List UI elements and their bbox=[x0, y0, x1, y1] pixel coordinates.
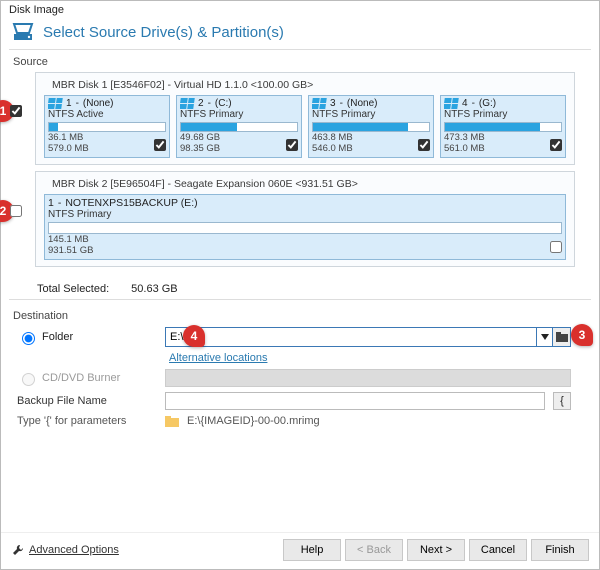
alternative-locations-link[interactable]: Alternative locations bbox=[169, 352, 267, 364]
partition-type: NTFS Primary bbox=[180, 109, 298, 120]
partition-card[interactable]: 2 - (C:) NTFS Primary 49.68 GB98.35 GB bbox=[176, 95, 302, 158]
total-selected: Total Selected: 50.63 GB bbox=[1, 273, 599, 299]
partition-usage-bar bbox=[48, 122, 166, 132]
advanced-options-link[interactable]: Advanced Options bbox=[11, 543, 119, 557]
chevron-down-icon bbox=[541, 334, 549, 340]
footer: Advanced Options Help < Back Next > Canc… bbox=[1, 532, 599, 569]
disk-panel: 1 MBR Disk 1 [E3546F02] - Virtual HD 1.1… bbox=[35, 72, 575, 165]
partition-type: NTFS Active bbox=[48, 109, 166, 120]
backup-filename-label: Backup File Name bbox=[17, 395, 157, 407]
partition-label: NOTENXPS15BACKUP (E:) bbox=[65, 197, 197, 209]
partition-drive: (G:) bbox=[479, 98, 496, 109]
cancel-button[interactable]: Cancel bbox=[469, 539, 527, 561]
dest-burner-radio bbox=[22, 373, 35, 386]
partition-number: 4 bbox=[462, 98, 468, 109]
partition-checkbox[interactable] bbox=[550, 241, 562, 253]
page-header: Select Source Drive(s) & Partition(s) bbox=[1, 19, 599, 49]
wrench-icon bbox=[11, 543, 25, 557]
partition-total: 579.0 MB bbox=[48, 144, 89, 155]
partition-drive: (None) bbox=[83, 98, 114, 109]
dest-burner-label: CD/DVD Burner bbox=[42, 372, 120, 384]
windows-icon bbox=[444, 98, 459, 109]
partition-type: NTFS Primary bbox=[312, 109, 430, 120]
partition-usage-bar bbox=[180, 122, 298, 132]
params-hint: Type '{' for parameters bbox=[17, 415, 157, 427]
partition-total: 561.0 MB bbox=[444, 144, 485, 155]
callout-badge-4: 4 bbox=[183, 325, 205, 347]
partition-total: 931.51 GB bbox=[48, 246, 93, 257]
partition-number: 1 bbox=[48, 197, 54, 209]
back-button: < Back bbox=[345, 539, 403, 561]
backup-filename-input[interactable] bbox=[165, 392, 545, 410]
partition-card[interactable]: 4 - (G:) NTFS Primary 473.3 MB561.0 MB bbox=[440, 95, 566, 158]
advanced-options-label: Advanced Options bbox=[29, 544, 119, 556]
partition-type: NTFS Primary bbox=[444, 109, 562, 120]
dest-folder-radio[interactable] bbox=[22, 332, 35, 345]
disk-select-checkbox[interactable] bbox=[10, 105, 22, 117]
windows-icon bbox=[48, 98, 63, 109]
params-path: E:\{IMAGEID}-00-00.mrimg bbox=[187, 415, 320, 427]
destination-label: Destination bbox=[13, 304, 587, 324]
partition-usage-bar bbox=[312, 122, 430, 132]
window-title: Disk Image bbox=[1, 1, 599, 19]
windows-icon bbox=[312, 98, 327, 109]
partition-type: NTFS Primary bbox=[48, 209, 562, 220]
partition-drive: (None) bbox=[347, 98, 378, 109]
folder-combo: 4 bbox=[165, 327, 571, 347]
help-button[interactable]: Help bbox=[283, 539, 341, 561]
disk-title: MBR Disk 1 [E3546F02] - Virtual HD 1.1.0… bbox=[42, 77, 568, 95]
total-label: Total Selected: bbox=[37, 283, 109, 295]
total-value: 50.63 GB bbox=[131, 283, 177, 295]
partition-number: 1 bbox=[66, 98, 72, 109]
partition-usage-bar bbox=[444, 122, 562, 132]
partition-card[interactable]: 1 - NOTENXPS15BACKUP (E:) NTFS Primary 1… bbox=[44, 194, 566, 260]
partition-drive: (C:) bbox=[215, 98, 232, 109]
partition-checkbox[interactable] bbox=[154, 139, 166, 151]
drive-icon bbox=[11, 21, 35, 43]
params-button[interactable]: { bbox=[553, 392, 571, 410]
finish-button[interactable]: Finish bbox=[531, 539, 589, 561]
partition-number: 3 bbox=[330, 98, 336, 109]
partition-card[interactable]: 1 - (None) NTFS Active 36.1 MB579.0 MB bbox=[44, 95, 170, 158]
partition-number: 2 bbox=[198, 98, 204, 109]
partition-checkbox[interactable] bbox=[286, 139, 298, 151]
partition-usage-bar bbox=[48, 222, 562, 234]
folder-input[interactable] bbox=[165, 327, 537, 347]
folder-icon bbox=[165, 415, 179, 427]
burner-combo-disabled bbox=[165, 369, 571, 387]
folder-dropdown[interactable] bbox=[537, 327, 553, 347]
disk-select-checkbox[interactable] bbox=[10, 205, 22, 217]
partition-total: 546.0 MB bbox=[312, 144, 353, 155]
page-title: Select Source Drive(s) & Partition(s) bbox=[43, 24, 284, 41]
windows-icon bbox=[180, 98, 195, 109]
callout-badge-3: 3 bbox=[571, 324, 593, 346]
disk-panel: 2 MBR Disk 2 [5E96504F] - Seagate Expans… bbox=[35, 171, 575, 267]
next-button[interactable]: Next > bbox=[407, 539, 465, 561]
partition-checkbox[interactable] bbox=[550, 139, 562, 151]
disk-title: MBR Disk 2 [5E96504F] - Seagate Expansio… bbox=[42, 176, 568, 194]
source-label: Source bbox=[1, 50, 599, 70]
partition-total: 98.35 GB bbox=[180, 144, 220, 155]
dest-folder-label: Folder bbox=[42, 331, 73, 343]
partition-checkbox[interactable] bbox=[418, 139, 430, 151]
partition-card[interactable]: 3 - (None) NTFS Primary 463.8 MB546.0 MB bbox=[308, 95, 434, 158]
folder-browse-button[interactable] bbox=[553, 327, 571, 347]
folder-icon bbox=[556, 332, 568, 342]
